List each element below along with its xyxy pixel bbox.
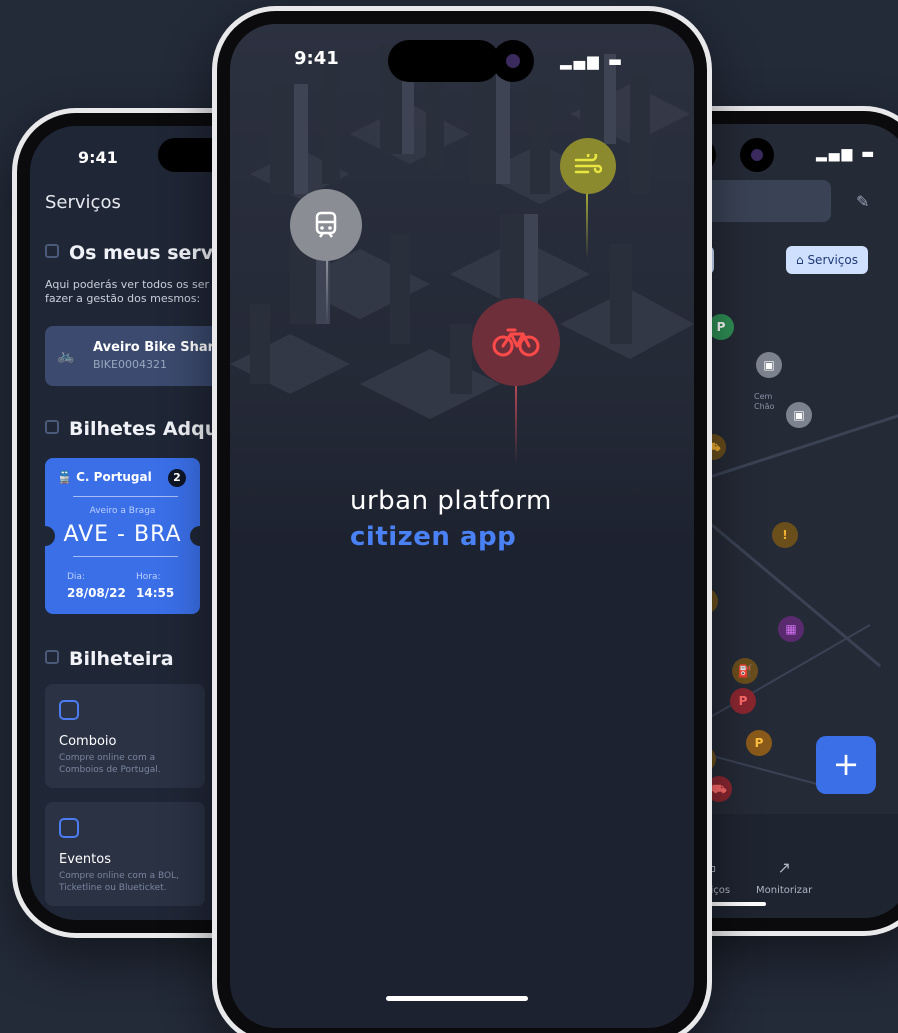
tab-monitor[interactable]: ↗ Monitorizar bbox=[756, 858, 812, 896]
ticket-icon bbox=[45, 420, 59, 434]
fuel-pin[interactable]: ⛽ bbox=[732, 658, 758, 684]
ticket-time: 14:55 bbox=[136, 586, 175, 600]
ticket-card[interactable]: 🚆 C. Portugal 2 Aveiro a Braga AVE - BRA… bbox=[35, 458, 210, 614]
map-road bbox=[710, 523, 882, 668]
bike-service-id: BIKE0004321 bbox=[93, 358, 167, 371]
bus-pin[interactable]: ▣ bbox=[756, 352, 782, 378]
city-background bbox=[230, 24, 694, 544]
ticket-code: AVE - BRA bbox=[63, 522, 182, 547]
wind-icon bbox=[560, 138, 616, 194]
train-service-card[interactable]: Comboio Compre online com a Comboios de … bbox=[45, 684, 205, 788]
time-label: Hora: bbox=[136, 572, 161, 582]
app-title: urban platform bbox=[350, 486, 552, 516]
status-signal-icon: ▂▄▆ ▬ bbox=[560, 52, 625, 70]
date-label: Dia: bbox=[67, 572, 85, 582]
divider bbox=[73, 496, 178, 497]
service-description: Compre online com a BOL, Ticketline ou B… bbox=[59, 871, 179, 893]
add-button[interactable]: + bbox=[816, 736, 876, 794]
parking-pin[interactable]: P bbox=[746, 730, 772, 756]
calendar-icon bbox=[59, 818, 79, 838]
home-indicator bbox=[386, 996, 528, 1001]
center-phone: 9:41 ▂▄▆ ▬ urban platform citizen app bbox=[212, 6, 712, 1033]
ticket-route: Aveiro a Braga bbox=[89, 506, 156, 516]
splash-screen: 9:41 ▂▄▆ ▬ urban platform citizen app bbox=[230, 24, 694, 1028]
page-title: Serviços bbox=[45, 192, 121, 213]
parking-pin[interactable]: P bbox=[730, 688, 756, 714]
bike-service-name: Aveiro Bike Sharir bbox=[93, 340, 225, 355]
alert-pin[interactable]: ! bbox=[772, 522, 798, 548]
status-time: 9:41 bbox=[294, 48, 339, 69]
bike-icon bbox=[472, 298, 560, 386]
service-name: Comboio bbox=[59, 734, 117, 749]
tickets-heading: Bilhetes Adquir bbox=[45, 418, 234, 440]
ticket-date: 28/08/22 bbox=[67, 586, 126, 600]
train-icon bbox=[290, 189, 362, 261]
train-icon bbox=[59, 700, 79, 720]
camera bbox=[740, 138, 774, 172]
card-icon bbox=[45, 650, 59, 664]
app-subtitle: citizen app bbox=[350, 522, 517, 552]
dynamic-island bbox=[388, 40, 500, 82]
box-office-heading: Bilheteira bbox=[45, 648, 174, 670]
bike-icon: 🚲 bbox=[57, 348, 75, 364]
status-time: 9:41 bbox=[78, 148, 118, 167]
service-name: Eventos bbox=[59, 852, 111, 867]
map-label: Cem Chão bbox=[754, 392, 775, 411]
ticket-operator: 🚆 C. Portugal bbox=[57, 470, 152, 484]
chart-icon: ↗ bbox=[777, 858, 791, 877]
phone-icon bbox=[45, 244, 59, 258]
status-signal-icon: ▂▄▆ ▬ bbox=[816, 146, 877, 162]
service-description: Compre online com a Comboios de Portugal… bbox=[59, 753, 161, 775]
my-services-heading: Os meus serviç bbox=[45, 242, 231, 264]
filter-chip-services[interactable]: ⌂ Serviços bbox=[786, 246, 868, 274]
camera bbox=[492, 40, 534, 82]
events-service-card[interactable]: Eventos Compre online com a BOL, Ticketl… bbox=[45, 802, 205, 906]
edit-icon[interactable]: ✎ bbox=[856, 192, 869, 211]
ticket-count-badge: 2 bbox=[168, 469, 186, 487]
bus-pin[interactable]: ▣ bbox=[786, 402, 812, 428]
divider bbox=[73, 556, 178, 557]
event-pin[interactable]: ▦ bbox=[778, 616, 804, 642]
